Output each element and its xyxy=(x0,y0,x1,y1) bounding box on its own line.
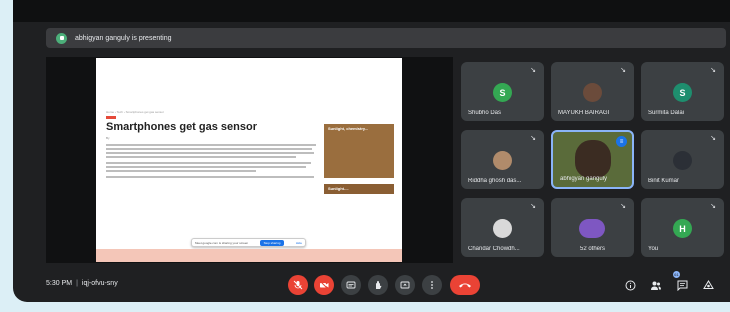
mic-muted-icon: ↘ xyxy=(710,67,716,74)
chat-icon[interactable] xyxy=(675,278,689,292)
presenting-text: abhigyan ganguly is presenting xyxy=(75,34,172,42)
slide-side-card-2: Sunlight-... xyxy=(324,184,394,194)
info-icon[interactable] xyxy=(623,278,637,292)
slide-paragraph-line xyxy=(106,162,311,164)
speaking-icon: ≡ xyxy=(616,136,627,147)
slide-byline: By xyxy=(106,136,110,140)
avatar: H xyxy=(673,219,692,238)
raise-hand-icon[interactable] xyxy=(368,275,388,295)
shared-screen: Home › Tech › Smartphones get gas sensor… xyxy=(96,58,402,262)
participant-tile[interactable]: ↘ 52 others xyxy=(551,198,634,257)
meet-window: abhigyan ganguly is presenting Home › Te… xyxy=(13,0,730,302)
hang-up-icon[interactable] xyxy=(450,275,480,295)
participant-tile[interactable]: ↘ S Shubho Das xyxy=(461,62,544,121)
avatar xyxy=(583,83,602,102)
avatar xyxy=(493,219,512,238)
participant-name: You xyxy=(648,246,659,252)
top-bar xyxy=(13,0,730,22)
mic-muted-icon: ↘ xyxy=(530,135,536,142)
stop-sharing-button[interactable]: Stop sharing xyxy=(259,239,285,246)
side-card-caption: Sunlight, chemistry... xyxy=(328,126,369,131)
participants-count-badge: 61 xyxy=(673,271,680,278)
slide-breadcrumb: Home › Tech › Smartphones get gas sensor xyxy=(106,110,164,114)
meeting-code: iqj-ofvu-sny xyxy=(81,280,118,287)
participant-tile[interactable]: ↘ Chandar Chowdh... xyxy=(461,198,544,257)
participant-name: 52 others xyxy=(579,246,606,252)
activities-icon[interactable] xyxy=(701,278,715,292)
camera-off-icon[interactable] xyxy=(314,275,334,295)
mic-muted-icon: ↘ xyxy=(530,203,536,210)
participant-name: Chandar Chowdh... xyxy=(468,246,520,252)
avatar xyxy=(493,151,512,170)
mic-off-icon[interactable] xyxy=(288,275,308,295)
slide-paragraph-line xyxy=(106,156,296,158)
participant-name: Surmita Dalai xyxy=(648,110,685,116)
more-options-icon[interactable] xyxy=(422,275,442,295)
mic-muted-icon: ↘ xyxy=(710,135,716,142)
people-icon[interactable] xyxy=(649,278,663,292)
meeting-time: 5:30 PM xyxy=(46,280,73,287)
mic-muted-icon: ↘ xyxy=(620,67,626,74)
participant-name: Shubho Das xyxy=(468,110,502,116)
share-message: Meet.google.com is sharing your screen xyxy=(195,240,249,245)
slide-paragraph-line xyxy=(106,148,312,150)
present-icon[interactable] xyxy=(395,275,415,295)
participant-tile[interactable]: ↘ S Surmita Dalai xyxy=(641,62,724,121)
slide-footer-bar xyxy=(96,249,402,262)
slide-paragraph-line xyxy=(106,176,314,178)
slide-paragraph-line xyxy=(106,166,306,168)
hide-button[interactable]: Hide xyxy=(296,241,302,245)
avatar xyxy=(579,219,605,238)
participant-tile[interactable]: ↘ H You xyxy=(641,198,724,257)
participant-tile[interactable]: ↘ Binit Kumar xyxy=(641,130,724,189)
screen-share-notice: Meet.google.com is sharing your screen S… xyxy=(191,238,306,247)
slide-paragraph-line xyxy=(106,152,314,154)
slide-side-card: Sunlight, chemistry... xyxy=(324,124,394,178)
participant-tile[interactable]: ≡ abhigyan ganguly xyxy=(551,130,634,189)
participant-name: abhigyan ganguly xyxy=(560,176,608,182)
mic-muted-icon: ↘ xyxy=(620,203,626,210)
captions-icon[interactable] xyxy=(341,275,361,295)
participant-tile[interactable]: ↘ MAYUKH BAIRAGI xyxy=(551,62,634,121)
separator: | xyxy=(76,280,78,287)
mic-muted-icon: ↘ xyxy=(710,203,716,210)
slide-tag xyxy=(106,116,116,119)
participant-name: MAYUKH BAIRAGI xyxy=(558,110,610,116)
participant-name: Binit Kumar xyxy=(648,178,680,184)
avatar: S xyxy=(493,83,512,102)
side-card-2-caption: Sunlight-... xyxy=(328,186,349,191)
avatar: S xyxy=(673,83,692,102)
slide-paragraph-line xyxy=(106,170,256,172)
avatar xyxy=(673,151,692,170)
control-bar: 5:30 PM | iqj-ofvu-sny 61 xyxy=(13,268,730,302)
meeting-details: 5:30 PM | iqj-ofvu-sny xyxy=(46,280,118,287)
presentation-area[interactable]: Home › Tech › Smartphones get gas sensor… xyxy=(46,57,453,263)
participant-name: Riddha ghosh das... xyxy=(468,178,522,184)
participant-video xyxy=(575,140,611,178)
slide-headline: Smartphones get gas sensor xyxy=(106,121,257,133)
slide-paragraph-line xyxy=(106,144,316,146)
participant-tile[interactable]: ↘ Riddha ghosh das... xyxy=(461,130,544,189)
presenting-banner: abhigyan ganguly is presenting xyxy=(46,28,726,48)
mic-muted-icon: ↘ xyxy=(530,67,536,74)
presenting-icon xyxy=(56,32,67,44)
